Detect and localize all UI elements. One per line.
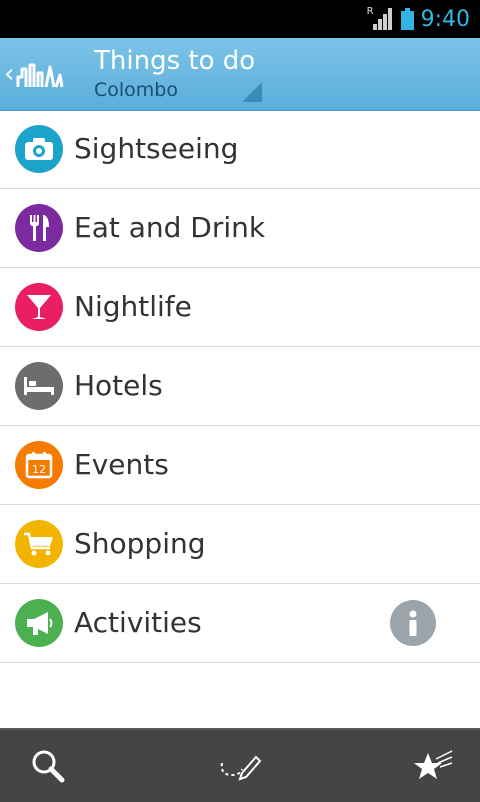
search-button[interactable] [26, 744, 70, 788]
calendar-icon: 12 [15, 441, 63, 489]
battery-icon [400, 8, 414, 30]
list-item-activities[interactable]: Activities [0, 584, 480, 663]
dropdown-indicator-icon [242, 82, 262, 102]
location-subtitle: Colombo [94, 79, 178, 101]
bed-icon [15, 362, 63, 410]
list-item-label: Nightlife [74, 290, 192, 323]
list-item-nightlife[interactable]: Nightlife [0, 268, 480, 347]
info-icon[interactable] [390, 600, 436, 646]
list-item-label: Events [74, 448, 169, 481]
cart-icon [15, 520, 63, 568]
camera-icon [15, 125, 63, 173]
back-home-button[interactable]: ‹ [4, 50, 74, 98]
favorites-button[interactable] [412, 744, 456, 788]
route-planner-button[interactable] [218, 744, 262, 788]
list-item-shopping[interactable]: Shopping [0, 505, 480, 584]
signal-icon: R [366, 6, 393, 30]
list-item-events[interactable]: 12 Events [0, 426, 480, 505]
list-item-eat-and-drink[interactable]: Eat and Drink [0, 189, 480, 268]
list-item-hotels[interactable]: Hotels [0, 347, 480, 426]
category-list: Sightseeing Eat and Drink Nightlife Hote… [0, 110, 480, 663]
list-item-label: Shopping [74, 527, 206, 560]
page-title: Things to do [94, 46, 256, 76]
roaming-indicator: R [366, 6, 374, 17]
list-item-label: Hotels [74, 369, 163, 402]
location-selector[interactable]: Things to do Colombo [94, 44, 255, 102]
status-time: 9:40 [420, 6, 470, 32]
megaphone-icon [15, 599, 63, 647]
list-item-label: Sightseeing [74, 132, 239, 165]
list-item-label: Eat and Drink [74, 211, 266, 244]
favorites-star-icon [414, 750, 453, 779]
chevron-left-icon: ‹ [4, 59, 15, 89]
route-pen-icon [220, 755, 262, 781]
fork-knife-icon [15, 204, 63, 252]
cocktail-icon [15, 283, 63, 331]
app-logo-icon [16, 63, 64, 88]
status-icons: R 9:40 [367, 0, 470, 38]
calendar-day-text: 12 [32, 463, 46, 476]
bottom-toolbar [0, 728, 480, 802]
app-header: ‹ Things to do Colombo [0, 38, 480, 111]
list-item-sightseeing[interactable]: Sightseeing [0, 110, 480, 189]
status-bar: R 9:40 [0, 0, 480, 38]
search-icon [32, 750, 65, 783]
list-item-label: Activities [74, 606, 202, 639]
